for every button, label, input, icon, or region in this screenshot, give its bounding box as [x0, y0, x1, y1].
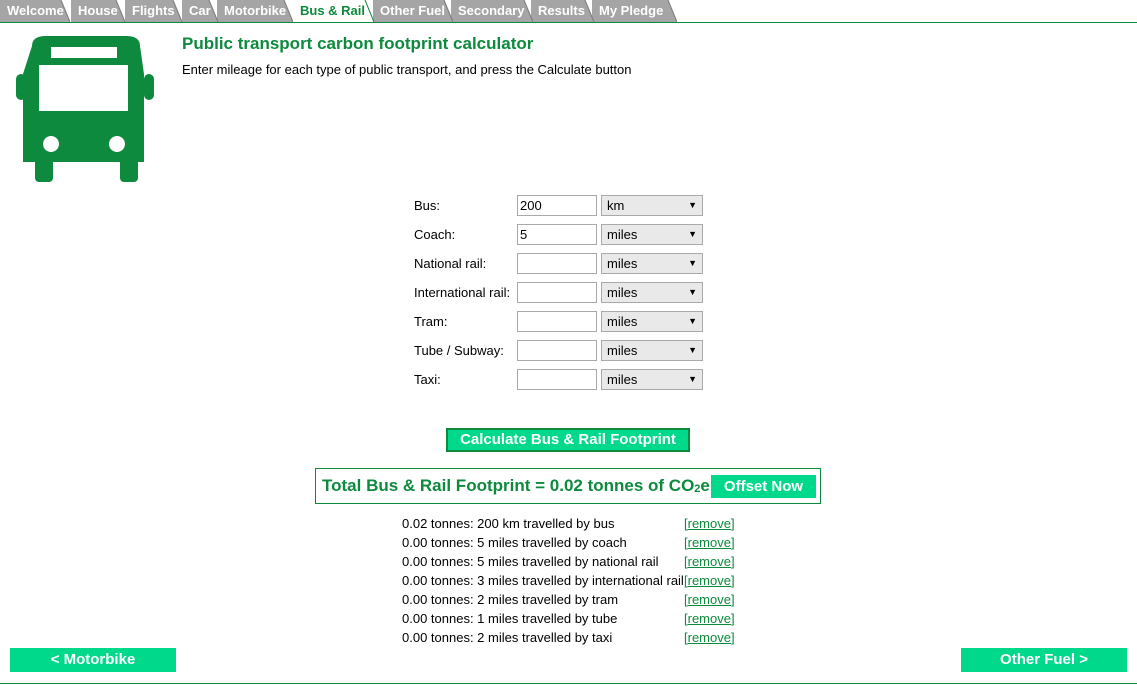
result-text: 0.00 tonnes: 5 miles travelled by coach	[402, 535, 627, 550]
tram-distance-input[interactable]	[517, 311, 597, 332]
dropdown-arrow-icon: ▼	[688, 258, 697, 268]
tram-label: Tram:	[414, 314, 448, 329]
remove-link[interactable]: [remove]	[684, 552, 735, 571]
tab-label: Flights	[132, 3, 175, 18]
tab-label: Results	[538, 3, 585, 18]
result-text: 0.00 tonnes: 1 miles travelled by tube	[402, 611, 618, 626]
national-rail-label: National rail:	[414, 256, 487, 271]
total-footprint-text: Total Bus & Rail Footprint = 0.02 tonnes…	[322, 469, 710, 505]
offset-now-button[interactable]: Offset Now	[711, 475, 816, 498]
tab-motorbike[interactable]: Motorbike	[217, 0, 293, 22]
total-suffix: e	[700, 476, 710, 495]
bus-distance-input[interactable]	[517, 195, 597, 216]
remove-link[interactable]: [remove]	[684, 571, 735, 590]
tube-unit-value: miles	[607, 343, 638, 358]
tab-results[interactable]: Results	[531, 0, 594, 22]
tab-my-pledge[interactable]: My Pledge	[592, 0, 677, 22]
page-title: Public transport carbon footprint calcul…	[182, 34, 534, 53]
tube-label: Tube / Subway:	[414, 343, 504, 358]
tram-unit-select[interactable]: miles ▼	[601, 311, 703, 332]
tab-label: Bus & Rail	[300, 3, 366, 18]
footer-divider	[0, 683, 1137, 684]
list-item: 0.00 tonnes: 3 miles travelled by intern…	[402, 571, 742, 590]
tab-label: Secondary	[458, 3, 525, 18]
remove-link[interactable]: [remove]	[684, 628, 735, 647]
tab-house[interactable]: House	[71, 0, 125, 22]
tab-underline	[0, 22, 1137, 23]
dropdown-arrow-icon: ▼	[688, 287, 697, 297]
tab-bus-rail[interactable]: Bus & Rail	[293, 0, 374, 23]
taxi-label: Taxi:	[414, 372, 441, 387]
tab-welcome[interactable]: Welcome	[0, 0, 70, 22]
coach-unit-select[interactable]: miles ▼	[601, 224, 703, 245]
total-prefix: Total Bus & Rail Footprint = 0.02 tonnes…	[322, 476, 695, 495]
remove-link[interactable]: [remove]	[684, 609, 735, 628]
tab-label: Other Fuel	[380, 3, 446, 18]
page-instructions: Enter mileage for each type of public tr…	[182, 62, 632, 77]
next-other-fuel-button[interactable]: Other Fuel >	[961, 648, 1127, 672]
national-rail-distance-input[interactable]	[517, 253, 597, 274]
tab-label: My Pledge	[599, 3, 664, 18]
taxi-distance-input[interactable]	[517, 369, 597, 390]
tab-bar: Welcome House Flights Car Motorbike Bus …	[0, 0, 1137, 23]
taxi-unit-value: miles	[607, 372, 638, 387]
list-item: 0.00 tonnes: 5 miles travelled by nation…	[402, 552, 742, 571]
list-item: 0.02 tonnes: 200 km travelled by bus [re…	[402, 514, 742, 533]
bus-unit-value: km	[607, 198, 625, 213]
tab-label: Welcome	[7, 3, 64, 18]
international-rail-unit-value: miles	[607, 285, 638, 300]
result-text: 0.02 tonnes: 200 km travelled by bus	[402, 516, 615, 531]
tram-unit-value: miles	[607, 314, 638, 329]
calculate-button[interactable]: Calculate Bus & Rail Footprint	[446, 428, 690, 452]
tab-secondary[interactable]: Secondary	[451, 0, 533, 22]
tab-label: House	[78, 3, 118, 18]
tube-distance-input[interactable]	[517, 340, 597, 361]
prev-motorbike-button[interactable]: < Motorbike	[10, 648, 176, 672]
result-text: 0.00 tonnes: 3 miles travelled by intern…	[402, 573, 684, 588]
bus-unit-select[interactable]: km ▼	[601, 195, 703, 216]
tab-car[interactable]: Car	[182, 0, 218, 22]
tab-label: Car	[189, 3, 211, 18]
dropdown-arrow-icon: ▼	[688, 345, 697, 355]
result-text: 0.00 tonnes: 2 miles travelled by tram	[402, 592, 619, 607]
list-item: 0.00 tonnes: 5 miles travelled by coach …	[402, 533, 742, 552]
coach-distance-input[interactable]	[517, 224, 597, 245]
tab-other-fuel[interactable]: Other Fuel	[373, 0, 453, 22]
remove-link[interactable]: [remove]	[684, 590, 735, 609]
international-rail-label: International rail:	[414, 285, 511, 300]
national-rail-unit-value: miles	[607, 256, 638, 271]
bus-label: Bus:	[414, 198, 441, 213]
result-text: 0.00 tonnes: 2 miles travelled by taxi	[402, 630, 613, 645]
tube-unit-select[interactable]: miles ▼	[601, 340, 703, 361]
remove-link[interactable]: [remove]	[684, 533, 735, 552]
tab-flights[interactable]: Flights	[125, 0, 182, 22]
tab-label: Motorbike	[224, 3, 287, 18]
list-item: 0.00 tonnes: 2 miles travelled by taxi […	[402, 628, 742, 647]
international-rail-distance-input[interactable]	[517, 282, 597, 303]
result-text: 0.00 tonnes: 5 miles travelled by nation…	[402, 554, 659, 569]
bus-icon	[16, 36, 154, 182]
remove-link[interactable]: [remove]	[684, 514, 735, 533]
list-item: 0.00 tonnes: 1 miles travelled by tube […	[402, 609, 742, 628]
coach-label: Coach:	[414, 227, 456, 242]
taxi-unit-select[interactable]: miles ▼	[601, 369, 703, 390]
international-rail-unit-select[interactable]: miles ▼	[601, 282, 703, 303]
total-subscript: 2	[694, 483, 701, 495]
dropdown-arrow-icon: ▼	[688, 229, 697, 239]
national-rail-unit-select[interactable]: miles ▼	[601, 253, 703, 274]
dropdown-arrow-icon: ▼	[688, 200, 697, 210]
total-footprint-box: Total Bus & Rail Footprint = 0.02 tonnes…	[315, 468, 821, 504]
dropdown-arrow-icon: ▼	[688, 316, 697, 326]
coach-unit-value: miles	[607, 227, 638, 242]
dropdown-arrow-icon: ▼	[688, 374, 697, 384]
list-item: 0.00 tonnes: 2 miles travelled by tram […	[402, 590, 742, 609]
